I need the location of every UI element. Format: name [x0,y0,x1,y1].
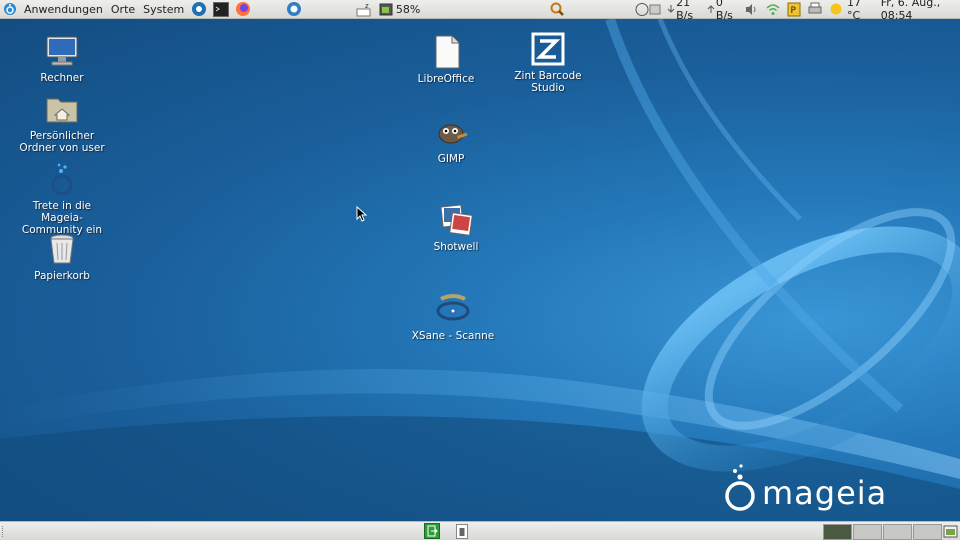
mouse-cursor [356,206,368,222]
home-folder-icon [44,91,80,127]
net-download-speed: 21 B/s [676,0,694,22]
network-status-icon[interactable] [632,0,666,19]
settings-launcher-icon[interactable] [188,0,210,19]
menu-anwendungen[interactable]: Anwendungen [20,0,107,19]
mageia-cauldron-icon [725,464,755,511]
firefox-launcher-icon[interactable] [232,0,254,19]
desktop[interactable]: Rechner Persönlicher Ordner von user Tre… [0,19,960,521]
battery-percentage: 58% [395,2,421,16]
mageia-menu-icon[interactable] [0,0,20,19]
clipboard-icon[interactable]: P [784,0,804,19]
xsane-icon [435,291,471,327]
clock[interactable]: Fr, 6. Aug., 08:54 [875,0,960,22]
computer-icon [44,33,80,69]
panel-handle[interactable] [2,526,5,537]
workspace-1[interactable] [823,524,852,540]
wifi-icon[interactable] [762,0,784,19]
bottom-panel [0,521,960,540]
menu-orte[interactable]: Orte [107,0,139,19]
desktop-icon-mageia-community[interactable]: Trete in die Mageia-Community ein [12,161,112,236]
terminal-launcher-icon[interactable] [210,0,232,19]
workspace-3[interactable] [883,524,912,540]
menu-system[interactable]: System [139,0,188,19]
svg-text:P: P [791,6,797,16]
update-applet-icon[interactable] [283,0,305,19]
desktop-icon-label: LibreOffice [417,73,475,85]
trash-applet[interactable] [456,524,468,539]
desktop-icon-label: Rechner [40,72,84,84]
upload-arrow-icon [706,0,716,19]
sleep-indicator-icon[interactable]: z [352,0,376,19]
net-upload-speed: 0 B/s [715,0,733,22]
desktop-icon-label: XSane - Scanne [411,330,495,342]
trash-icon [44,231,80,267]
gimp-icon [433,114,469,150]
desktop-icon-libreoffice[interactable]: LibreOffice [396,34,496,85]
desktop-icon-label: Papierkorb [34,270,90,282]
workspace-2[interactable] [853,524,882,540]
desktop-icon-label: Zint Barcode Studio [514,70,582,94]
exit-icon [427,525,438,537]
zint-barcode-icon [530,31,566,67]
desktop-icon-label: Persönlicher Ordner von user [19,130,105,154]
desktop-icon-gimp[interactable]: GIMP [401,114,501,165]
desktop-icon-label: Shotwell [433,241,479,253]
mageia-logo: mageia [722,463,902,513]
search-icon[interactable] [546,0,568,19]
desktop-icon-zint[interactable]: Zint Barcode Studio [498,31,598,94]
download-arrow-icon [666,0,676,19]
volume-icon[interactable] [740,0,762,19]
wallpaper-swirl [0,19,960,521]
weather-temperature[interactable]: 17 °C [844,0,875,22]
trash-small-icon [459,528,465,536]
svg-text:z: z [365,2,369,10]
battery-icon[interactable] [376,0,395,19]
desktop-icon-xsane[interactable]: XSane - Scanne [403,291,503,342]
desktop-icon-shotwell[interactable]: Shotwell [406,202,506,253]
weather-sun-icon[interactable] [826,0,844,19]
window-list-icon[interactable] [943,524,958,539]
shotwell-icon [438,202,474,238]
workspace-4[interactable] [913,524,942,540]
desktop-icon-label: GIMP [437,153,465,165]
desktop-icon-papierkorb[interactable]: Papierkorb [12,231,112,282]
desktop-icon-rechner[interactable]: Rechner [12,33,112,84]
desktop-icon-home-folder[interactable]: Persönlicher Ordner von user [12,91,112,154]
show-desktop-button[interactable] [424,523,440,539]
printer-icon[interactable] [804,0,826,19]
mageia-community-icon [44,161,80,197]
top-panel: Anwendungen Orte System z 58% 21 B/s 0 B… [0,0,960,22]
mageia-wordmark: mageia [762,474,888,512]
libreoffice-icon [428,34,464,70]
